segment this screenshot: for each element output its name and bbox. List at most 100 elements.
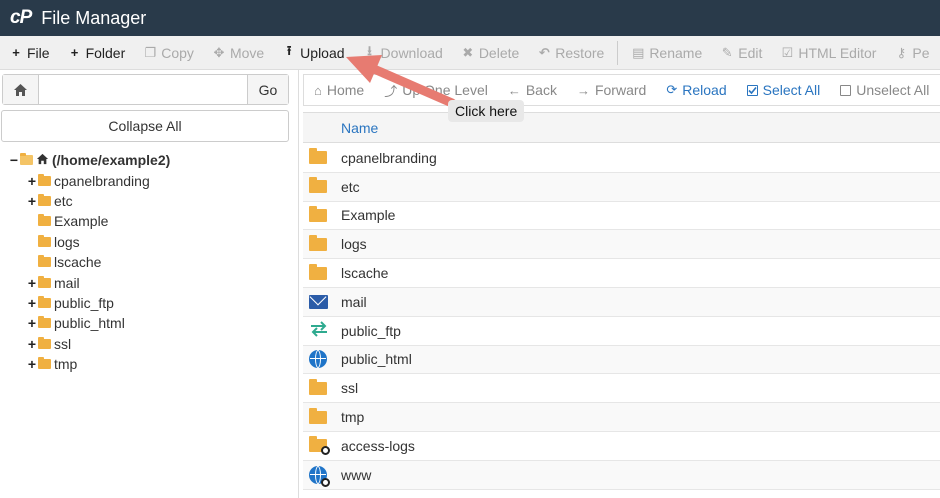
path-bar: Go: [2, 74, 289, 105]
folder-icon: [38, 316, 51, 329]
delete-button[interactable]: ✖ Delete: [452, 36, 528, 69]
key-icon: ⚷: [896, 44, 907, 60]
new-file-button[interactable]: + File: [0, 36, 59, 69]
tree-item-public_ftp[interactable]: + public_ftp: [8, 293, 293, 313]
nav-label: Home: [326, 82, 365, 98]
move-icon: ✥: [213, 44, 225, 60]
expand-toggle[interactable]: +: [26, 275, 38, 291]
panel-splitter[interactable]: [298, 70, 299, 498]
nav-label: Unselect All: [856, 82, 930, 98]
table-row[interactable]: Example: [303, 202, 940, 231]
folder-icon: [38, 234, 51, 247]
nav-reload-button[interactable]: ⟳ Reload: [656, 82, 736, 98]
mail-icon: [309, 294, 328, 309]
folder-icon: [38, 295, 51, 308]
file-list: cpanelbranding etc Example logs lscache mail p…: [303, 144, 940, 490]
nav-label: Up One Level: [402, 82, 488, 98]
html-editor-button[interactable]: ☑ HTML Editor: [771, 36, 885, 69]
copy-button[interactable]: ❐ Copy: [134, 36, 203, 69]
home-icon: [36, 152, 49, 168]
folder-icon: [309, 234, 327, 251]
toolbar-label: Restore: [555, 44, 605, 61]
reload-icon: ⟳: [666, 82, 678, 97]
table-row[interactable]: cpanelbranding: [303, 144, 940, 173]
tree-item-etc[interactable]: + etc: [8, 191, 293, 211]
table-row[interactable]: public_ftp: [303, 317, 940, 346]
nav-up-one-level-button[interactable]: ⤴ Up One Level: [374, 81, 498, 100]
folder-link-icon: [309, 436, 330, 456]
click-here-callout: Click here: [448, 100, 525, 122]
new-folder-button[interactable]: + Folder: [59, 36, 135, 69]
folder-open-icon: [20, 153, 33, 166]
folder-icon: [309, 378, 327, 395]
checkbox-empty-icon: [840, 84, 852, 96]
permissions-button[interactable]: ⚷ Pe: [885, 36, 938, 69]
table-row[interactable]: public_html: [303, 345, 940, 375]
row-icon-cell: [303, 294, 341, 309]
table-row[interactable]: etc: [303, 172, 940, 202]
nav-label: Forward: [594, 82, 647, 98]
rename-button[interactable]: ▤ Rename: [622, 36, 711, 69]
collapse-all-button[interactable]: Collapse All: [1, 110, 289, 142]
table-row[interactable]: logs: [303, 230, 940, 260]
upload-button[interactable]: ⭱ Upload: [273, 36, 353, 69]
download-button[interactable]: ⭳ Download: [354, 36, 452, 69]
nav-home-button[interactable]: ⌂ Home: [304, 82, 374, 98]
go-button[interactable]: Go: [247, 75, 288, 104]
table-row[interactable]: lscache: [303, 259, 940, 288]
row-icon-cell: [303, 350, 341, 369]
tree-item-example[interactable]: Example: [8, 211, 293, 231]
tree-item-lscache[interactable]: lscache: [8, 252, 293, 272]
table-row[interactable]: access-logs: [303, 432, 940, 461]
nav-forward-button[interactable]: → Forward: [567, 82, 656, 98]
table-row[interactable]: mail: [303, 287, 940, 317]
path-home-button[interactable]: [3, 75, 39, 104]
expand-toggle[interactable]: +: [26, 315, 38, 331]
path-input[interactable]: [39, 75, 247, 104]
toolbar-label: Download: [380, 44, 443, 61]
app-title: File Manager: [41, 7, 147, 28]
folder-icon: [38, 255, 51, 268]
cpanel-logo: cP: [10, 7, 32, 28]
tree-item-cpanelbranding[interactable]: + cpanelbranding: [8, 170, 293, 190]
move-button[interactable]: ✥ Move: [203, 36, 273, 69]
arrow-left-icon: ←: [507, 82, 521, 98]
expand-toggle[interactable]: +: [26, 193, 38, 209]
toolbar-label: Copy: [161, 44, 194, 61]
nav-back-button[interactable]: ← Back: [498, 82, 567, 98]
tree-item-label: cpanelbranding: [54, 172, 150, 189]
tree-item-logs[interactable]: logs: [8, 232, 293, 252]
column-header-name[interactable]: Name: [341, 120, 378, 136]
nav-unselect-all-button[interactable]: Unselect All: [830, 82, 939, 98]
file-name: access-logs: [341, 437, 415, 454]
expand-toggle[interactable]: +: [26, 173, 38, 189]
row-icon-cell: [303, 321, 341, 340]
folder-icon: [38, 193, 51, 206]
file-name: mail: [341, 293, 367, 310]
edit-button[interactable]: ✎ Edit: [711, 36, 771, 69]
expand-toggle[interactable]: +: [26, 295, 38, 311]
restore-button[interactable]: ↶ Restore: [528, 36, 613, 69]
toolbar-label: Delete: [478, 44, 520, 61]
delete-icon: ✖: [462, 44, 474, 60]
row-icon-cell: [303, 234, 341, 251]
tree-item-mail[interactable]: + mail: [8, 272, 293, 292]
folder-icon: [309, 407, 327, 424]
tree-item-ssl[interactable]: + ssl: [8, 334, 293, 354]
tree-root[interactable]: − (/home/example2): [8, 150, 293, 170]
expand-toggle[interactable]: +: [26, 356, 38, 372]
table-row[interactable]: www: [303, 460, 940, 490]
tree-item-public_html[interactable]: + public_html: [8, 313, 293, 333]
table-row[interactable]: tmp: [303, 403, 940, 432]
tree-item-tmp[interactable]: + tmp: [8, 354, 293, 374]
folder-icon: [309, 205, 327, 222]
file-name: lscache: [341, 265, 389, 282]
tree-item-label: Example: [54, 213, 109, 230]
folder-icon: [309, 148, 327, 165]
expand-toggle[interactable]: +: [26, 336, 38, 352]
file-name: tmp: [341, 409, 365, 426]
toolbar-label: Pe: [912, 44, 930, 61]
table-row[interactable]: ssl: [303, 374, 940, 404]
nav-select-all-button[interactable]: Select All: [737, 82, 831, 98]
collapse-toggle[interactable]: −: [8, 152, 20, 168]
